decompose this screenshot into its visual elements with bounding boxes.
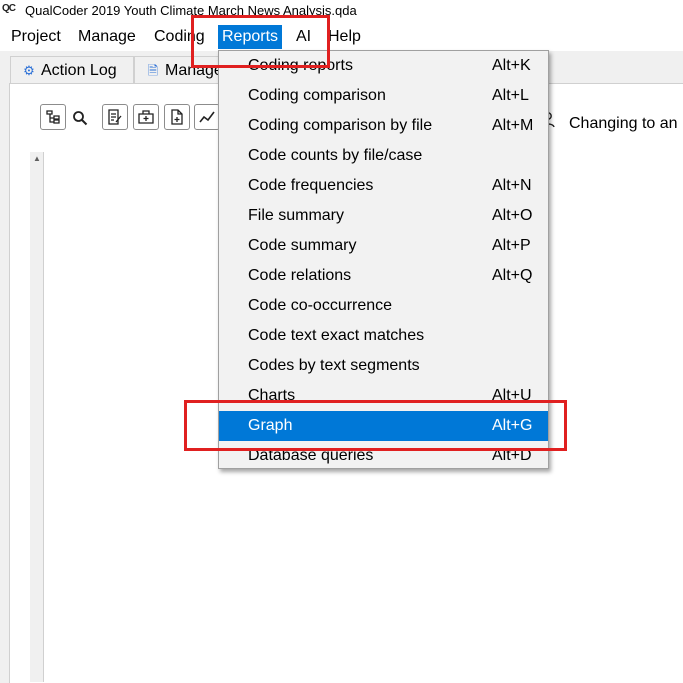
tree-icon: [46, 110, 60, 124]
menu-item-code-text-exact-matches[interactable]: Code text exact matches: [219, 321, 548, 351]
edit-notes-button[interactable]: [102, 104, 128, 130]
tab-label: Manage: [165, 62, 223, 79]
menu-item-code-co-occurrence[interactable]: Code co-occurrence: [219, 291, 548, 321]
menu-item-code-relations[interactable]: Code relations Alt+Q: [219, 261, 548, 291]
reports-menu: Coding reports Alt+K Coding comparison Alt…: [218, 50, 549, 469]
menu-item-code-summary[interactable]: Code summary Alt+P: [219, 231, 548, 261]
file-icon: 🗎: [147, 63, 159, 78]
search-icon[interactable]: [72, 110, 88, 126]
vertical-scrollbar[interactable]: ▲: [30, 152, 44, 682]
add-file-button[interactable]: [164, 104, 190, 130]
tab-action-log[interactable]: ⚙ Action Log: [10, 56, 134, 85]
menu-item-coding-comparison[interactable]: Coding comparison Alt+L: [219, 81, 548, 111]
menu-ai[interactable]: AI: [294, 25, 313, 49]
line-chart-icon: [199, 111, 215, 123]
menu-item-coding-comparison-by-file[interactable]: Coding comparison by file Alt+M: [219, 111, 548, 141]
menu-bar: Project Manage Coding Reports AI Help: [0, 22, 683, 51]
window-title: QualCoder 2019 Youth Climate March News …: [25, 3, 357, 18]
menu-item-coding-reports[interactable]: Coding reports Alt+K: [219, 51, 548, 81]
tree-view-button[interactable]: [40, 104, 66, 130]
tab-label: Action Log: [41, 62, 117, 79]
edit-notes-icon: [108, 109, 122, 125]
menu-coding[interactable]: Coding: [152, 25, 207, 49]
menu-help[interactable]: Help: [326, 25, 363, 49]
menu-item-file-summary[interactable]: File summary Alt+O: [219, 201, 548, 231]
menu-item-code-frequencies[interactable]: Code frequencies Alt+N: [219, 171, 548, 201]
chart-button[interactable]: [194, 104, 220, 130]
add-case-button[interactable]: [133, 104, 159, 130]
menu-item-database-queries[interactable]: Database queries Alt+D: [219, 441, 548, 471]
menu-item-code-counts[interactable]: Code counts by file/case: [219, 141, 548, 171]
title-bar: QC QualCoder 2019 Youth Climate March Ne…: [0, 0, 683, 22]
menu-item-codes-by-text-segments[interactable]: Codes by text segments: [219, 351, 548, 381]
menu-reports[interactable]: Reports: [218, 25, 283, 49]
file-add-icon: [171, 109, 183, 125]
menu-manage[interactable]: Manage: [76, 25, 138, 49]
menu-project[interactable]: Project: [9, 25, 63, 49]
scroll-up-arrow-icon[interactable]: ▲: [33, 154, 41, 163]
menu-item-charts[interactable]: Charts Alt+U: [219, 381, 548, 411]
briefcase-add-icon: [138, 110, 154, 124]
qualcoder-logo-icon: QC: [2, 3, 16, 14]
gear-icon: ⚙: [23, 63, 35, 78]
menu-item-graph[interactable]: Graph Alt+G: [219, 411, 548, 441]
status-text: Changing to an: [569, 115, 678, 132]
